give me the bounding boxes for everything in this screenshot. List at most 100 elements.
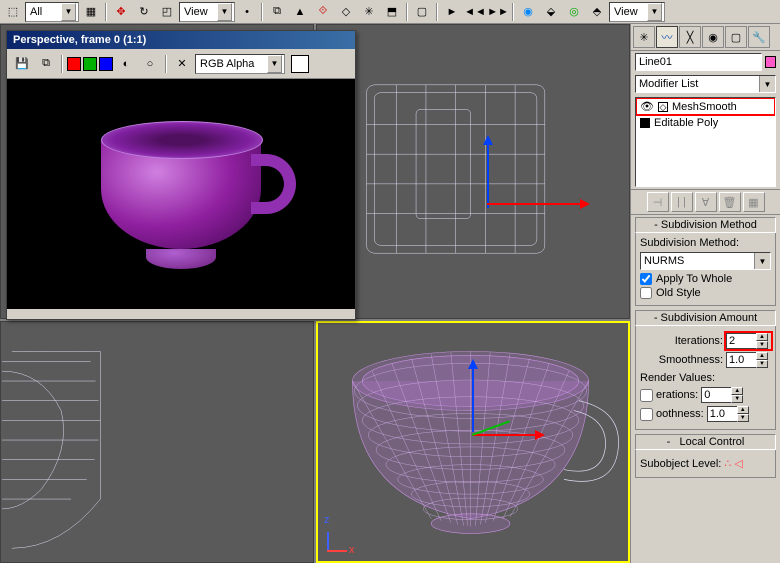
pin-stack-button[interactable]: ⊣ bbox=[647, 192, 669, 212]
alpha-button[interactable]: ○ bbox=[139, 54, 161, 74]
render-window-titlebar[interactable]: Perspective, frame 0 (1:1) bbox=[7, 31, 355, 49]
modifier-stack[interactable]: 👁 ◇ MeshSmooth Editable Poly bbox=[635, 97, 776, 187]
modifier-list-dropdown[interactable]: Modifier List bbox=[635, 75, 776, 93]
select-scale-button[interactable]: ◰ bbox=[156, 2, 178, 22]
material-editor-button[interactable]: ◉ bbox=[517, 2, 539, 22]
mirror-button[interactable]: ⧉ bbox=[266, 2, 288, 22]
axis-indicator: z x bbox=[327, 522, 357, 552]
toolbar-separator bbox=[105, 3, 107, 21]
configure-sets-button[interactable]: ▦ bbox=[743, 192, 765, 212]
spin-down-icon[interactable]: ▼ bbox=[756, 341, 768, 349]
selection-filter-dropdown[interactable]: All bbox=[25, 2, 79, 22]
quick-render-button[interactable]: ◎ bbox=[563, 2, 585, 22]
prev-key-button[interactable]: ◄◄ bbox=[464, 2, 486, 22]
render-type-dropdown[interactable]: View bbox=[609, 2, 665, 22]
viewport-left[interactable] bbox=[0, 321, 314, 563]
render-toolbar: 💾 ⧉ ◐ ○ ✕ RGB Alpha bbox=[7, 49, 355, 79]
render-window[interactable]: Perspective, frame 0 (1:1) 💾 ⧉ ◐ ○ ✕ RGB… bbox=[6, 30, 356, 320]
blue-channel-swatch[interactable] bbox=[99, 57, 113, 71]
spin-up-icon[interactable]: ▲ bbox=[756, 333, 768, 341]
visibility-icon[interactable]: 👁 bbox=[640, 100, 654, 113]
rollout-header[interactable]: - Local Control bbox=[635, 434, 776, 450]
select-rotate-button[interactable]: ↻ bbox=[133, 2, 155, 22]
selection-mode-icon[interactable]: ⬚ bbox=[2, 2, 24, 22]
align-button[interactable]: ⟐ bbox=[312, 2, 334, 22]
expand-icon[interactable]: ◇ bbox=[658, 102, 668, 112]
mono-button[interactable]: ◐ bbox=[115, 54, 137, 74]
edge-icon[interactable]: ◁ bbox=[734, 457, 742, 470]
angle-snap-button[interactable]: ✳ bbox=[358, 2, 380, 22]
smoothness-label: Smoothness: bbox=[659, 354, 723, 366]
named-sets-button[interactable]: ▢ bbox=[411, 2, 433, 22]
spin-up-icon[interactable]: ▲ bbox=[731, 387, 743, 395]
object-name-field[interactable] bbox=[635, 53, 762, 71]
rollout-header[interactable]: - Subdivision Method bbox=[635, 217, 776, 233]
render-scene-button[interactable]: ⬙ bbox=[540, 2, 562, 22]
modifier-item-meshsmooth[interactable]: 👁 ◇ MeshSmooth bbox=[636, 98, 775, 115]
toolbar-separator bbox=[436, 3, 438, 21]
expand-icon[interactable] bbox=[640, 118, 650, 128]
vertex-icon[interactable]: ∴ bbox=[724, 457, 731, 470]
green-channel-swatch[interactable] bbox=[83, 57, 97, 71]
show-result-button[interactable]: | | bbox=[671, 192, 693, 212]
apply-whole-checkbox[interactable]: Apply To Whole bbox=[640, 273, 771, 285]
keymode-button[interactable]: ► bbox=[441, 2, 463, 22]
iterations-spinner[interactable]: ▲▼ bbox=[726, 333, 771, 349]
use-center-button[interactable]: • bbox=[236, 2, 258, 22]
spin-up-icon[interactable]: ▲ bbox=[737, 406, 749, 414]
select-button[interactable]: ▦ bbox=[80, 2, 102, 22]
rollout-local-control: - Local Control Subobject Level: ∴ ◁ bbox=[635, 434, 776, 478]
spin-down-icon[interactable]: ▼ bbox=[737, 414, 749, 422]
channel-dropdown-label: RGB Alpha bbox=[200, 58, 254, 70]
gizmo-z-axis bbox=[487, 138, 489, 208]
clear-button[interactable]: ✕ bbox=[171, 54, 193, 74]
gizmo-x-axis bbox=[472, 434, 542, 436]
utilities-tab[interactable]: 🔧 bbox=[748, 26, 770, 48]
select-move-button[interactable]: ✥ bbox=[110, 2, 132, 22]
subdiv-method-dropdown[interactable]: NURMS bbox=[640, 252, 771, 270]
render-iterations-checkbox[interactable] bbox=[640, 389, 653, 402]
spin-down-icon[interactable]: ▼ bbox=[731, 395, 743, 403]
render-smoothness-label: oothness: bbox=[656, 408, 704, 420]
display-tab[interactable]: ▢ bbox=[725, 26, 747, 48]
render-smoothness-checkbox[interactable] bbox=[640, 408, 653, 421]
create-tab[interactable]: ✳ bbox=[633, 26, 655, 48]
spin-down-icon[interactable]: ▼ bbox=[756, 360, 768, 368]
save-image-button[interactable]: 💾 bbox=[11, 54, 33, 74]
make-unique-button[interactable]: ∀ bbox=[695, 192, 717, 212]
stack-button-row: ⊣ | | ∀ 🗑 ▦ bbox=[631, 189, 780, 215]
smoothness-spinner[interactable]: ▲▼ bbox=[726, 352, 771, 368]
viewport-front[interactable]: wireframe bbox=[316, 24, 630, 319]
render-smoothness-spinner[interactable]: ▲▼ bbox=[707, 406, 752, 422]
old-style-checkbox[interactable]: Old Style bbox=[640, 287, 771, 299]
object-color-swatch[interactable] bbox=[765, 56, 776, 68]
red-channel-swatch[interactable] bbox=[67, 57, 81, 71]
next-key-button[interactable]: ►► bbox=[487, 2, 509, 22]
hierarchy-tab[interactable]: ╳ bbox=[679, 26, 701, 48]
rollout-header[interactable]: - Subdivision Amount bbox=[635, 310, 776, 326]
render-last-button[interactable]: ⬘ bbox=[586, 2, 608, 22]
array-button[interactable]: ▲ bbox=[289, 2, 311, 22]
rendered-cup-handle bbox=[251, 154, 296, 214]
percent-snap-button[interactable]: ⬒ bbox=[381, 2, 403, 22]
modifier-item-editable-poly[interactable]: Editable Poly bbox=[636, 115, 775, 131]
wireframe-cup-side bbox=[1, 322, 313, 562]
spin-up-icon[interactable]: ▲ bbox=[756, 352, 768, 360]
snap-toggle-button[interactable]: ◇ bbox=[335, 2, 357, 22]
render-iterations-spinner[interactable]: ▲▼ bbox=[701, 387, 746, 403]
render-window-title: Perspective, frame 0 (1:1) bbox=[13, 34, 146, 46]
channel-dropdown[interactable]: RGB Alpha bbox=[195, 54, 285, 74]
toolbar-separator bbox=[406, 3, 408, 21]
rendered-cup bbox=[101, 139, 261, 249]
command-panel-tabs: ✳ 〰 ╳ ◉ ▢ 🔧 bbox=[631, 24, 780, 51]
render-iterations-label: erations: bbox=[656, 389, 698, 401]
ref-coord-dropdown[interactable]: View bbox=[179, 2, 235, 22]
viewport-perspective[interactable]: z x bbox=[316, 321, 630, 563]
toolbar-separator bbox=[261, 3, 263, 21]
clone-button[interactable]: ⧉ bbox=[35, 54, 57, 74]
remove-modifier-button[interactable]: 🗑 bbox=[719, 192, 741, 212]
modify-tab[interactable]: 〰 bbox=[656, 26, 678, 48]
bg-color-swatch[interactable] bbox=[291, 55, 309, 73]
rollout-subdivision-amount: - Subdivision Amount Iterations: ▲▼ Smoo… bbox=[635, 310, 776, 430]
motion-tab[interactable]: ◉ bbox=[702, 26, 724, 48]
